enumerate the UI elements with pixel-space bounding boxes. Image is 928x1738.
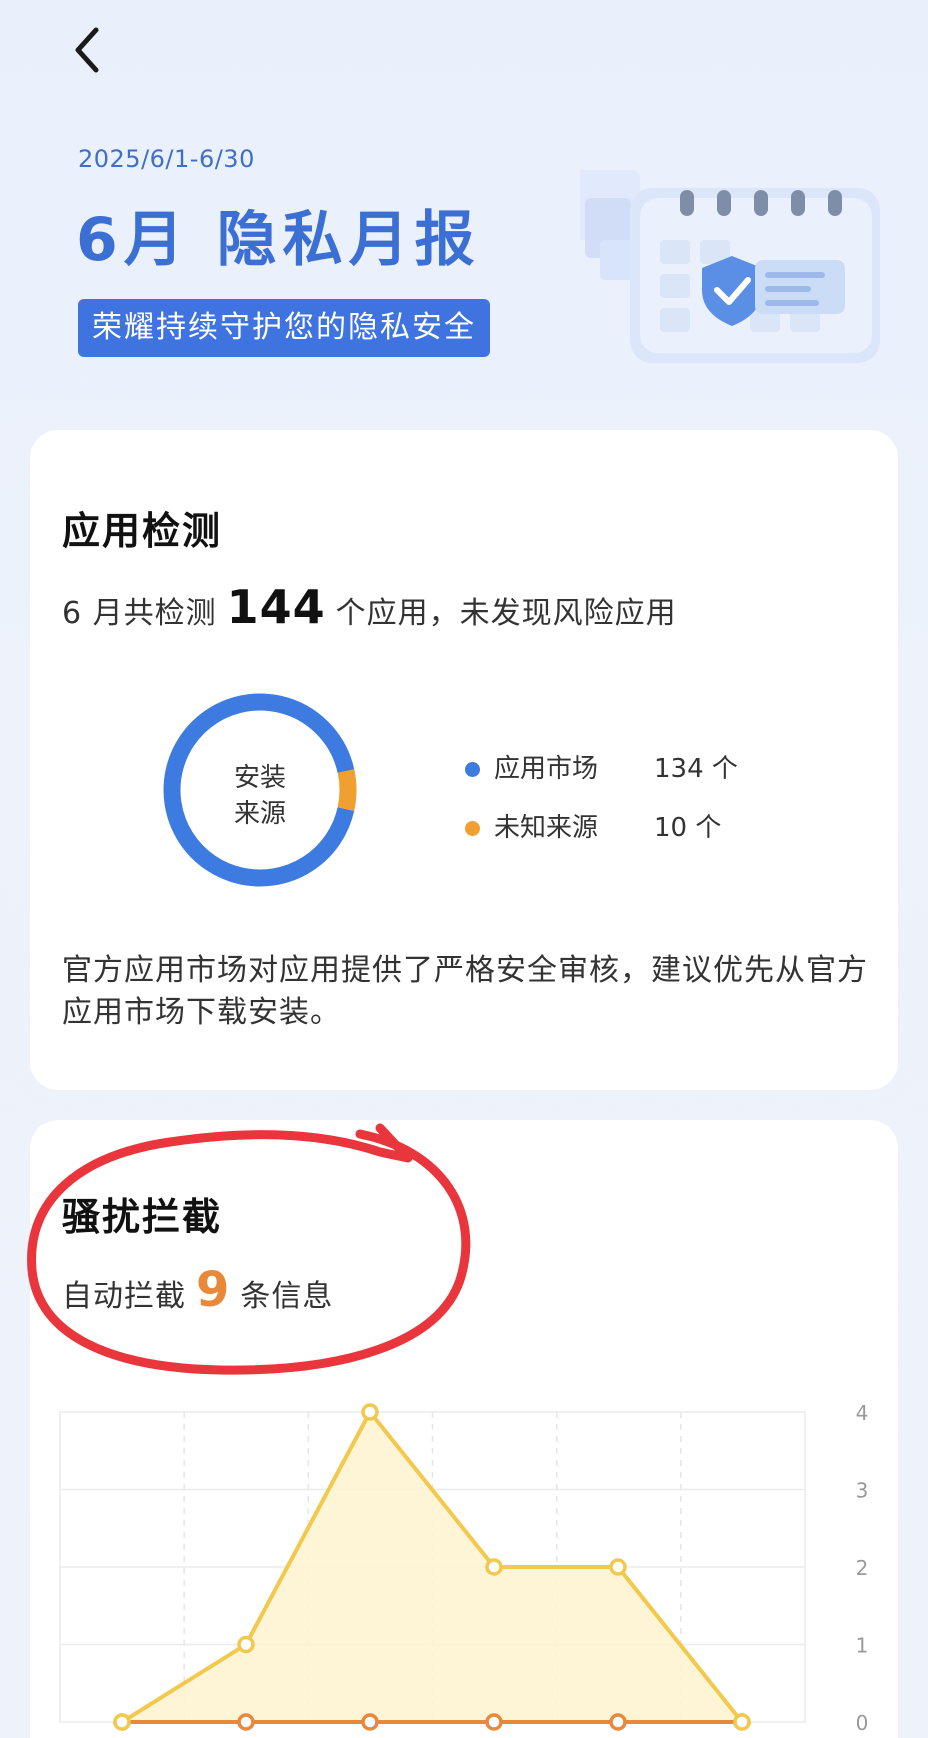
donut-label-line-2: 来源 — [233, 799, 286, 829]
app-check-count: 144 — [226, 580, 326, 634]
calendar-shield-illustration — [580, 170, 880, 363]
harassment-block-title: 骚扰拦截 — [62, 1195, 223, 1239]
app-check-summary: 6 月共检测 144 个应用，未发现风险应用 — [62, 580, 677, 634]
legend-value: 10 个 — [654, 813, 722, 843]
legend-dot-blue — [465, 762, 480, 777]
date-range: 2025/6/1-6/30 — [78, 145, 255, 173]
legend-value: 134 个 — [654, 754, 738, 784]
donut-center-label: 安装 来源 — [160, 760, 360, 832]
legend-label: 未知来源 — [494, 813, 599, 843]
legend-item-app-market: 应用市场 134 个 — [465, 748, 738, 785]
chevron-left-icon — [75, 27, 99, 73]
harassment-block-summary: 自动拦截 9 条信息 — [62, 1262, 333, 1318]
legend-item-unknown-source: 未知来源 10 个 — [465, 807, 721, 844]
app-check-title: 应用检测 — [62, 509, 223, 553]
page-title: 6月 隐私月报 — [76, 205, 481, 275]
block-summary-prefix: 自动拦截 — [62, 1279, 186, 1314]
app-check-note: 官方应用市场对应用提供了严格安全审核，建议优先从官方应用市场下载安装。 — [62, 953, 868, 1030]
donut-label-line-1: 安装 — [233, 763, 286, 793]
harassment-block-card[interactable]: 骚扰拦截 自动拦截 9 条信息 — [30, 1120, 898, 1738]
blocked-count: 9 — [196, 1262, 231, 1318]
app-check-summary-prefix: 6 月共检测 — [62, 596, 217, 631]
app-check-summary-suffix: 个应用，未发现风险应用 — [335, 596, 677, 631]
legend-label: 应用市场 — [494, 754, 599, 784]
app-check-card: 应用检测 6 月共检测 144 个应用，未发现风险应用 安装 来源 应用市场 134 … — [30, 430, 898, 1090]
legend-dot-orange — [465, 821, 480, 836]
back-button[interactable] — [66, 22, 110, 78]
page-subtitle-badge: 荣耀持续守护您的隐私安全 — [78, 299, 490, 357]
block-summary-suffix: 条信息 — [240, 1279, 334, 1314]
